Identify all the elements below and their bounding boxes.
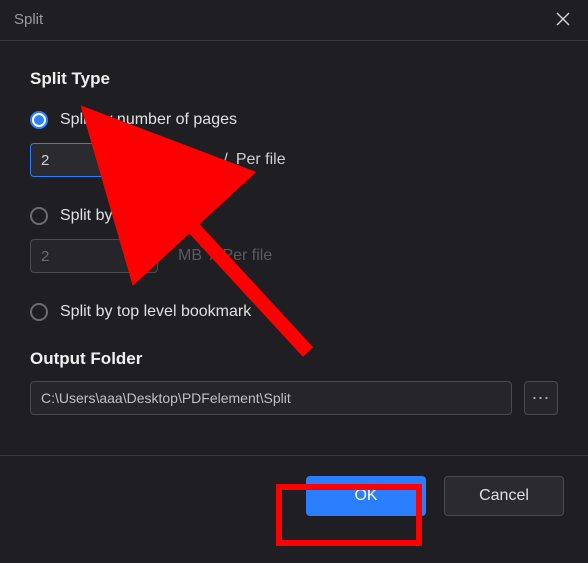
- stepper-buttons: ▲ ▼: [137, 240, 157, 272]
- split-type-heading: Split Type: [30, 69, 558, 89]
- close-icon: [556, 12, 570, 26]
- output-path-input[interactable]: C:\Users\aaa\Desktop\PDFelement\Split: [30, 381, 512, 415]
- output-folder-row: C:\Users\aaa\Desktop\PDFelement\Split ⋯: [30, 381, 558, 415]
- pages-stepper[interactable]: 2 ▲ ▼: [30, 143, 158, 177]
- step-up-button: ▲: [138, 240, 157, 256]
- radio-icon: [30, 207, 48, 225]
- chevron-down-icon: ▼: [143, 260, 152, 269]
- radio-split-by-bookmark[interactable]: Split by top level bookmark: [30, 303, 558, 321]
- radio-label: Split by number of pages: [60, 111, 237, 129]
- ok-button[interactable]: OK: [306, 476, 426, 516]
- size-value: 2: [31, 240, 137, 272]
- ellipsis-icon: ⋯: [532, 388, 551, 409]
- output-folder-heading: Output Folder: [30, 349, 558, 369]
- browse-button[interactable]: ⋯: [524, 381, 558, 415]
- cancel-button[interactable]: Cancel: [444, 476, 564, 516]
- radio-split-by-size[interactable]: Split by file size: [30, 207, 558, 225]
- radio-icon: [30, 303, 48, 321]
- stepper-buttons: ▲ ▼: [137, 144, 157, 176]
- step-down-button[interactable]: ▼: [138, 160, 157, 176]
- radio-icon: [30, 111, 48, 129]
- chevron-up-icon: ▲: [143, 148, 152, 157]
- dialog-title: Split: [14, 11, 43, 28]
- chevron-down-icon: ▼: [143, 164, 152, 173]
- size-input-row: 2 ▲ ▼ MB/Per file: [30, 239, 558, 273]
- close-button[interactable]: [552, 8, 574, 30]
- step-up-button[interactable]: ▲: [138, 144, 157, 160]
- pages-value[interactable]: 2: [31, 144, 137, 176]
- radio-label: Split by file size: [60, 207, 170, 225]
- size-unit-label: MB/Per file: [178, 247, 272, 265]
- radio-label: Split by top level bookmark: [60, 303, 251, 321]
- radio-split-by-pages[interactable]: Split by number of pages: [30, 111, 558, 129]
- dialog-footer: OK Cancel: [0, 456, 588, 536]
- step-down-button: ▼: [138, 256, 157, 272]
- titlebar: Split: [0, 0, 588, 41]
- pages-input-row: 2 ▲ ▼ Page/Per file: [30, 143, 558, 177]
- size-stepper: 2 ▲ ▼: [30, 239, 158, 273]
- pages-unit-label: Page/Per file: [178, 151, 286, 169]
- dialog-content: Split Type Split by number of pages 2 ▲ …: [0, 41, 588, 425]
- chevron-up-icon: ▲: [143, 244, 152, 253]
